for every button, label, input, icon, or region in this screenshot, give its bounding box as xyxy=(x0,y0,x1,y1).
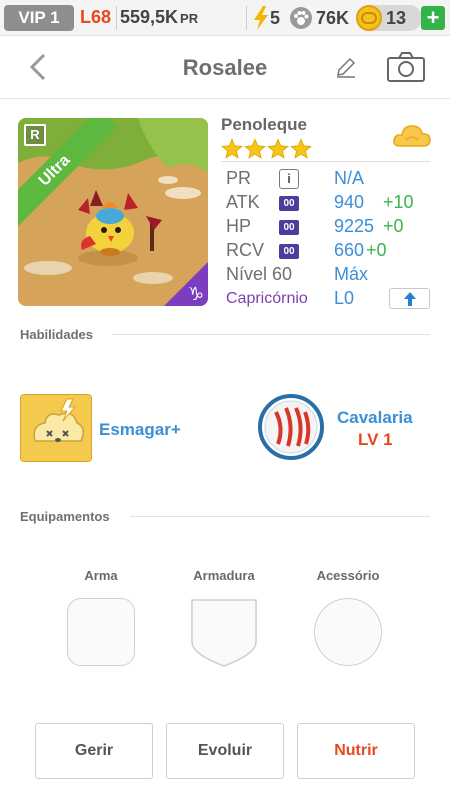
stat-label: PR xyxy=(226,168,252,188)
stat-row-atk: ATK 00 940 +10 xyxy=(221,190,431,214)
rarity-r-badge: R xyxy=(24,124,46,146)
stat-value: 940 xyxy=(334,192,365,212)
cloud-element-icon[interactable] xyxy=(392,120,432,152)
stat-bonus: +0 xyxy=(366,240,387,260)
stat-label: HP xyxy=(226,216,252,236)
player-level: L68 xyxy=(80,7,112,27)
stat-label: RCV xyxy=(226,240,265,260)
armor-label: Armadura xyxy=(193,568,255,583)
power-value: 559,5K xyxy=(120,7,179,27)
abilities-title: Habilidades xyxy=(20,327,93,342)
star-icon xyxy=(244,138,266,159)
camera-icon[interactable] xyxy=(386,51,426,83)
weapon-slot[interactable] xyxy=(67,598,135,666)
vip-badge[interactable]: VIP 1 xyxy=(4,5,74,31)
pet-portrait[interactable]: R Ultra ♑ xyxy=(18,118,208,306)
skill-cavalry-level: LV 1 xyxy=(358,430,393,449)
armor-slot[interactable] xyxy=(190,598,258,668)
lightning-icon xyxy=(254,6,268,30)
feed-button[interactable]: Nutrir xyxy=(297,723,415,779)
skill-smash-name[interactable]: Esmagar+ xyxy=(99,420,181,440)
stat-row-hp: HP 00 9225 +0 xyxy=(221,214,431,238)
coins-counter[interactable]: 13 xyxy=(356,5,422,31)
stats-table: PR i N/A ATK 00 940 +10 HP 00 9225 +0 RC… xyxy=(221,166,431,310)
accessory-slot[interactable] xyxy=(314,598,382,666)
status-bar: VIP 1 L68 559,5K PR 5 76K 13 + xyxy=(0,0,450,36)
skill-smash-icon[interactable] xyxy=(20,394,92,462)
capricorn-corner-icon: ♑ xyxy=(164,262,208,306)
stat-value: Máx xyxy=(334,264,369,284)
star-icon xyxy=(290,138,312,159)
stat-value: 660 xyxy=(334,240,365,260)
stat-value: N/A xyxy=(334,168,365,188)
coins-value: 13 xyxy=(386,7,407,28)
zodiac-level: L0 xyxy=(334,288,355,308)
upgrade-zodiac-button[interactable] xyxy=(389,288,430,309)
stat-label: Nível 60 xyxy=(226,264,293,284)
stat-value: 9225 xyxy=(334,216,375,236)
evolve-button[interactable]: Evoluir xyxy=(166,723,284,779)
divider xyxy=(246,6,247,30)
cavalry-skill-icon[interactable] xyxy=(258,394,324,460)
energy-counter[interactable]: 5 xyxy=(252,5,280,31)
stat-row-pr: PR i N/A xyxy=(221,166,431,190)
stat-row-rcv: RCV 00 660 +0 xyxy=(221,238,431,262)
stat-bonus: +0 xyxy=(383,216,404,236)
equipment-title: Equipamentos xyxy=(20,509,110,524)
manage-button[interactable]: Gerir xyxy=(35,723,153,779)
accessory-label: Acessório xyxy=(316,568,380,583)
page-title: Rosalee xyxy=(182,55,268,80)
section-divider xyxy=(130,516,430,517)
energy-value: 5 xyxy=(270,7,281,28)
power-unit: PR xyxy=(180,11,199,26)
star-rating xyxy=(221,138,312,160)
star-icon xyxy=(221,138,243,159)
svg-text:♑: ♑ xyxy=(188,284,204,305)
info-icon[interactable]: i xyxy=(279,169,299,189)
star-icon xyxy=(267,138,289,159)
stat-tag: 00 xyxy=(279,244,299,259)
stat-tag: 00 xyxy=(279,196,299,211)
paws-counter[interactable]: 76K xyxy=(289,5,349,31)
skill-cavalry-name[interactable]: Cavalaria xyxy=(337,408,413,428)
stat-bonus: +10 xyxy=(383,192,414,212)
weapon-label: Arma xyxy=(84,568,118,583)
stat-tag: 00 xyxy=(279,220,299,235)
stat-label: ATK xyxy=(226,192,260,212)
smash-icon xyxy=(21,395,91,461)
arrow-up-icon xyxy=(403,291,416,306)
stat-row-zodiac: Capricórnio L0 xyxy=(221,286,431,310)
paw-icon xyxy=(290,7,312,29)
stat-row-level: Nível 60 Máx xyxy=(221,262,431,286)
divider xyxy=(116,6,117,30)
player-power: 559,5K PR xyxy=(120,7,198,28)
stats-divider xyxy=(221,161,430,162)
zodiac-label: Capricórnio xyxy=(226,290,308,307)
add-coins-button[interactable]: + xyxy=(421,6,445,30)
coin-icon xyxy=(356,5,382,31)
header: Rosalee xyxy=(0,37,450,99)
section-divider xyxy=(112,334,430,335)
pet-species: Penoleque xyxy=(221,115,307,134)
paws-value: 76K xyxy=(316,7,350,28)
edit-pencil-icon[interactable] xyxy=(334,55,358,79)
